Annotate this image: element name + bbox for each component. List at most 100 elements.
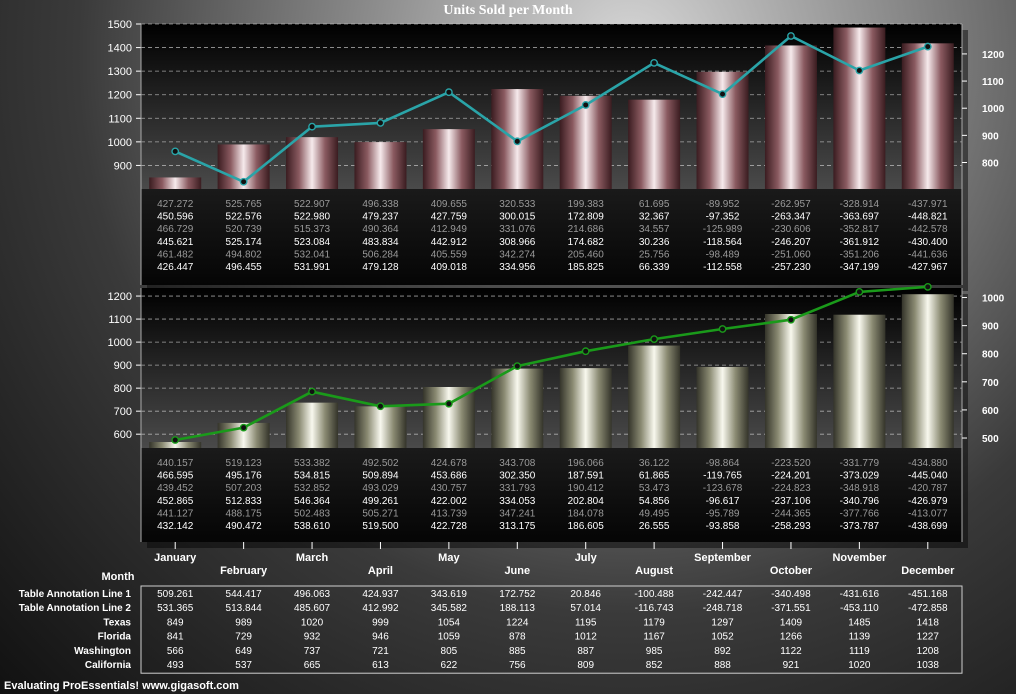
top-panel: 900 1000 1100 1200 1300 1400 1500 800 900 1000 110… — [108, 19, 1005, 291]
table-cell: 665 — [304, 660, 321, 671]
top-bar — [149, 177, 202, 189]
bottom-line-point — [444, 399, 453, 408]
table-cell: -453.110 — [840, 603, 879, 614]
data-table: Table Annotation Line 1 509.261 544.417 496… — [19, 585, 963, 674]
bottom-bar — [696, 366, 749, 448]
table-cell: 57.014 — [570, 603, 601, 614]
x-tick-label: November — [832, 552, 887, 564]
table-cell: 544.417 — [226, 589, 263, 600]
top-annotation-value: -97.352 — [706, 212, 740, 223]
top-annotation-value: 522.576 — [226, 212, 263, 223]
bottom-annotation-value: -95.789 — [706, 508, 740, 519]
top-annotation-value: -263.347 — [771, 212, 811, 223]
bottom-annotation-value: 186.605 — [568, 521, 605, 532]
bottom-annotation-value: 424.678 — [431, 458, 468, 469]
table-cell: 1297 — [711, 617, 734, 628]
table-cell: 885 — [509, 646, 526, 657]
bottom-y-tick-label: 900 — [114, 360, 132, 372]
table-cell: 1409 — [780, 617, 803, 628]
top-annotation-value: 523.084 — [294, 237, 331, 248]
table-cell: 1208 — [917, 646, 940, 657]
bottom-annotation-value: 184.078 — [568, 508, 605, 519]
top-y-tick-label: 1200 — [108, 90, 132, 102]
bottom-line-point — [787, 315, 795, 324]
top-line-point — [923, 42, 932, 51]
bottom-annotation-value: -340.796 — [840, 496, 880, 507]
bottom-annotation-value: 452.865 — [157, 496, 194, 507]
table-cell: -340.498 — [771, 589, 811, 600]
table-cell: 1179 — [643, 617, 665, 628]
top-y-tick-label: 1400 — [108, 43, 132, 55]
top-annotation-value: -448.821 — [908, 212, 948, 223]
table-cell: 1122 — [780, 646, 802, 657]
table-cell: 887 — [577, 646, 594, 657]
top-annotation-value: -441.636 — [908, 249, 948, 260]
table-cell: 737 — [304, 646, 321, 657]
table-cell: 878 — [509, 632, 526, 643]
top-annotation-value: 426.447 — [157, 262, 194, 273]
table-cell: 1224 — [506, 617, 529, 628]
x-tick-label: September — [694, 552, 752, 564]
x-tick-label: December — [901, 565, 955, 577]
top-y-tick-label: 1500 — [108, 19, 132, 31]
top-annotation-value: 490.364 — [362, 224, 399, 235]
table-cell: 20.846 — [570, 589, 601, 600]
top-annotation-value: -347.199 — [840, 262, 880, 273]
bottom-annotation-value: -224.823 — [771, 483, 811, 494]
top-annotation-value: -442.578 — [908, 224, 948, 235]
bottom-annotation-value: 488.175 — [226, 508, 263, 519]
top-annotation-value: 300.015 — [499, 212, 536, 223]
top-annotation-value: 199.383 — [568, 199, 605, 210]
bottom-annotation-value: 54.856 — [639, 496, 670, 507]
top-y-tick-label: 1100 — [108, 113, 132, 125]
x-tick-label: May — [438, 552, 460, 564]
bottom-annotation-value: 196.066 — [568, 458, 605, 469]
bottom-annotation-value: 509.894 — [362, 471, 399, 482]
top-annotation-value: 427.759 — [431, 212, 468, 223]
bottom-annotation-value: -331.779 — [840, 458, 880, 469]
table-cell: 424.937 — [362, 589, 399, 600]
top-annotation-value: 520.739 — [226, 224, 263, 235]
top-annotation-value: 427.272 — [157, 199, 194, 210]
x-tick-label: January — [154, 552, 197, 564]
bottom-annotation-value: 502.483 — [294, 508, 331, 519]
bottom-annotation-value: -119.765 — [703, 471, 742, 482]
bottom-annotation-value: 453.686 — [431, 471, 468, 482]
top-annotation-value: 185.825 — [568, 262, 605, 273]
bottom-annotation-value: 53.473 — [639, 483, 670, 494]
chart-title: Units Sold per Month — [443, 3, 572, 18]
top-annotation-value: 445.621 — [157, 237, 194, 248]
table-cell: 1227 — [917, 632, 940, 643]
top-y-right-tick-label: 900 — [982, 131, 999, 142]
bottom-bar — [764, 314, 817, 448]
bottom-y-right-tick-label: 800 — [982, 350, 999, 361]
x-tick-label: April — [368, 565, 393, 577]
bottom-bar — [901, 294, 954, 448]
top-annotation-value: 172.809 — [568, 212, 605, 223]
bottom-y-tick-label: 1000 — [108, 337, 132, 349]
bottom-annotation-value: 26.555 — [639, 521, 670, 532]
bottom-bar — [286, 402, 339, 448]
table-cell: 999 — [372, 617, 389, 628]
top-annotation-value: 479.128 — [362, 262, 399, 273]
top-annotation-value: 308.966 — [499, 237, 536, 248]
top-line-point — [650, 58, 659, 67]
x-tick-label: February — [220, 565, 268, 577]
bottom-annotation-value: 432.142 — [157, 521, 194, 532]
x-tick-label: July — [575, 552, 598, 564]
bottom-annotation-value: 187.591 — [568, 471, 605, 482]
bottom-y-tick-label: 700 — [114, 406, 132, 418]
table-cell: 345.582 — [431, 603, 468, 614]
top-annotation-value: 174.682 — [568, 237, 605, 248]
top-annotation-value: -246.207 — [771, 237, 811, 248]
bottom-line-point — [308, 387, 316, 396]
top-annotation-value: -351.206 — [840, 249, 880, 260]
bottom-y-tick-label: 600 — [114, 429, 132, 441]
table-cell: 1012 — [575, 632, 598, 643]
top-y-right-tick-label: 1200 — [982, 50, 1005, 61]
bottom-annotation-value: -93.858 — [706, 521, 740, 532]
bottom-line-point — [513, 362, 522, 370]
table-cell: 172.752 — [499, 589, 536, 600]
bottom-annotation-value: -377.766 — [840, 508, 880, 519]
table-cell: 1195 — [575, 617, 597, 628]
